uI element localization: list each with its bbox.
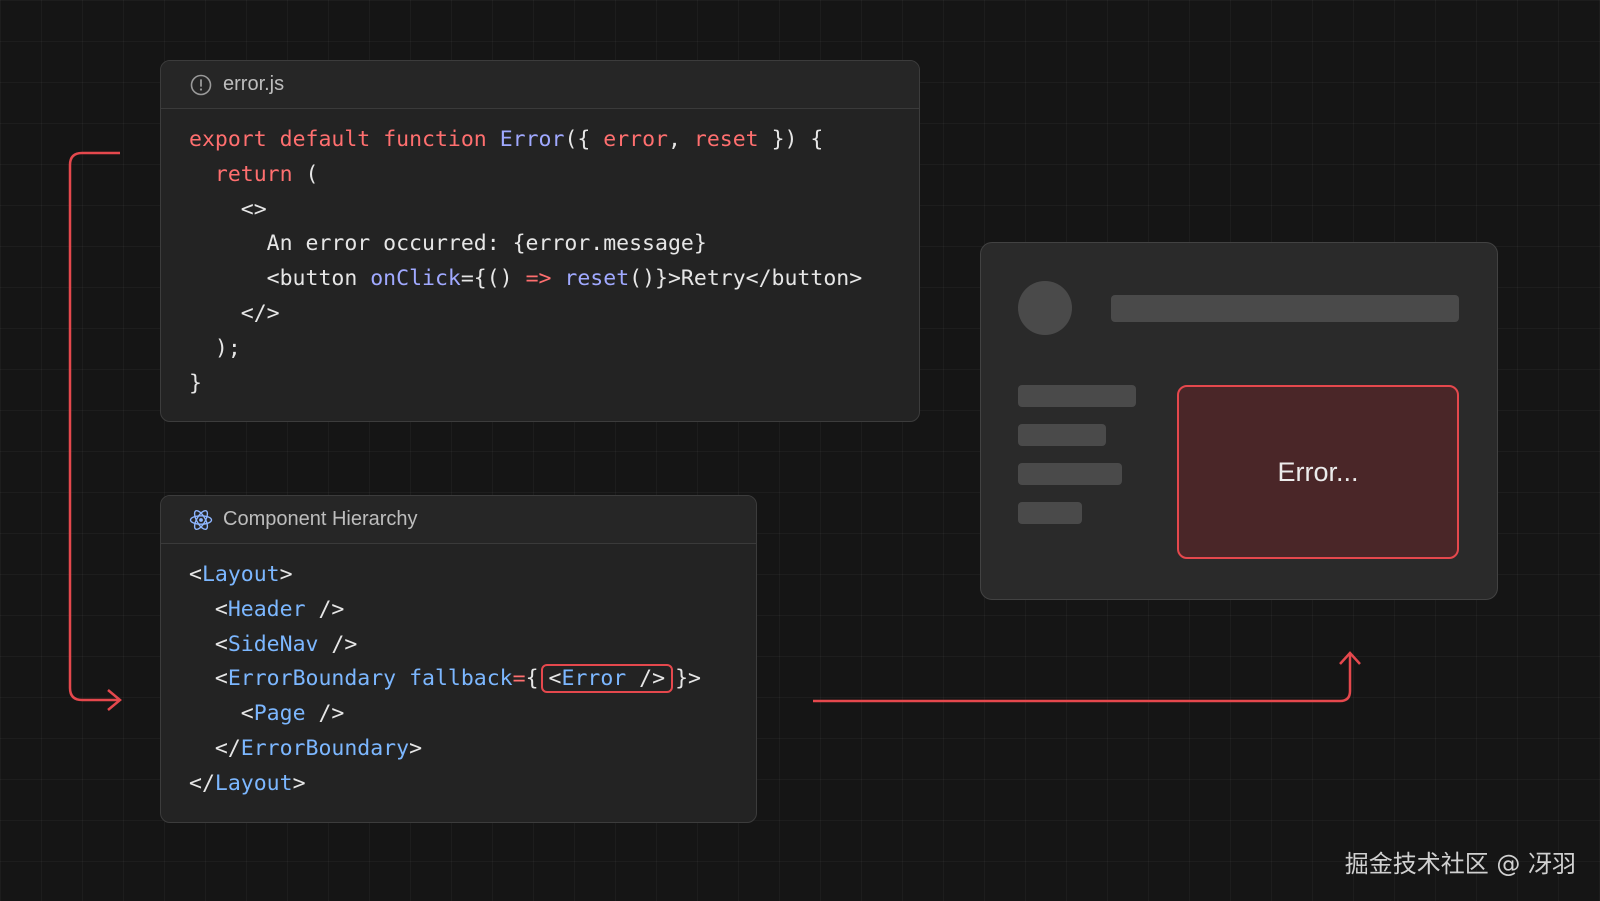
attribute: onClick [370,266,461,292]
code-line: <ErrorBoundary fallback={<Error />}> [214,664,701,694]
keyword: default [279,127,371,152]
react-atom-icon [189,508,213,532]
keyword: export [189,127,267,152]
error-js-card: error.js export default function Error({… [160,60,920,422]
error-js-card-title: error.js [223,73,285,95]
arrow-operator: => [525,266,552,292]
code-text: ={() [460,266,526,292]
code-text: ()}>Retry</button> [629,266,863,292]
code-text: An error occurred: {error.message} [266,231,707,257]
sidenav-item-placeholder [1018,502,1082,524]
error-js-code: export default function Error({ error, r… [161,109,919,401]
function-call: reset [564,266,630,292]
highlighted-error-fallback: <Error /> [540,664,674,694]
tag-name: ErrorBoundary [227,666,397,692]
alert-circle-icon [189,73,213,97]
ui-preview-card: Error... [980,242,1498,600]
component-hierarchy-card-header: Component Hierarchy [161,496,756,544]
code-text: } [189,370,202,396]
code-text: ( [292,161,319,187]
tag-name: Header [227,596,306,622]
header-bar-placeholder [1111,295,1459,322]
sidenav-item-placeholder [1018,463,1122,485]
code-line: <SideNav /> [214,631,358,657]
tag-name: Layout [201,562,280,587]
watermark: 掘金技术社区 @ 冴羽 [1344,850,1576,878]
component-hierarchy-card: Component Hierarchy <Layout> <Header /> … [160,495,757,823]
left-connector-arrow [68,151,120,702]
component-hierarchy-card-title: Component Hierarchy [223,508,418,530]
code-line: An error occurred: {error.message} [189,227,919,262]
code-line: <Header /> [214,596,345,622]
code-line: </> [189,297,919,332]
component-hierarchy-code: <Layout> <Header /> <SideNav /> <ErrorBo… [161,544,756,802]
keyword: return [214,161,293,187]
error-fallback-box: Error... [1177,385,1459,559]
code-line: <button onClick={() => reset()}>Retry</b… [189,262,919,297]
code-line: <Page /> [240,701,345,727]
code-line: export default function Error({ error, r… [189,123,919,158]
avatar-placeholder [1018,281,1072,335]
tag-name: ErrorBoundary [240,735,410,761]
code-line: <Layout> [189,562,293,587]
code-line: </ErrorBoundary> [214,735,423,761]
error-js-card-header: error.js [161,61,919,109]
code-line: </Layout> [189,770,306,796]
sidenav-item-placeholder [1018,385,1136,407]
tag-name: Page [253,701,306,727]
tag-name: Error [561,666,627,692]
code-text: ({ [564,127,604,152]
sidenav-item-placeholder [1018,424,1106,446]
function-name: Error [499,127,565,152]
param: error [603,127,669,152]
code-text: }) { [758,127,824,152]
tag-name: Layout [214,770,293,796]
code-line: } [189,367,919,402]
keyword: function [383,127,487,152]
code-line: <> [189,193,919,228]
attribute: fallback [409,666,513,692]
code-line: return ( [189,158,919,193]
code-text: ); [214,335,241,361]
code-text: , [668,127,694,152]
tag-name: SideNav [227,631,319,657]
param: reset [693,127,759,152]
code-text: <button [266,266,371,292]
error-fallback-text: Error... [1277,456,1359,487]
code-text: <> [240,196,267,222]
code-line: ); [189,332,919,367]
right-connector-arrow [813,653,1352,703]
code-text: </> [240,300,280,326]
